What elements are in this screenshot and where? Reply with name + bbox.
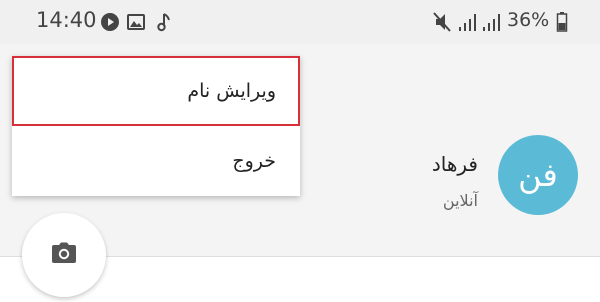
image-icon xyxy=(126,12,146,36)
menu-item-logout[interactable]: خروج xyxy=(12,126,300,196)
status-right-icons xyxy=(426,11,576,33)
play-icon xyxy=(100,12,120,36)
avatar[interactable]: فن xyxy=(498,135,578,215)
battery-percent: 36% xyxy=(507,9,550,31)
mute-icon xyxy=(432,11,452,37)
profile-name: فرهاد xyxy=(431,152,478,176)
signal-icon xyxy=(458,11,478,37)
profile-status: آنلاین xyxy=(442,191,478,210)
menu-item-label: ویرایش نام xyxy=(187,80,276,102)
signal-icon xyxy=(482,11,502,37)
status-time: 14:40 xyxy=(36,8,97,32)
camera-button[interactable] xyxy=(22,213,106,297)
overflow-menu: ویرایش نام خروج xyxy=(12,56,300,196)
camera-icon xyxy=(51,242,77,268)
battery-icon xyxy=(556,11,568,37)
menu-item-edit-name[interactable]: ویرایش نام xyxy=(12,56,300,126)
music-note-icon xyxy=(156,12,174,36)
menu-item-label: خروج xyxy=(232,150,276,172)
status-bar: 14:40 36% xyxy=(0,0,600,44)
